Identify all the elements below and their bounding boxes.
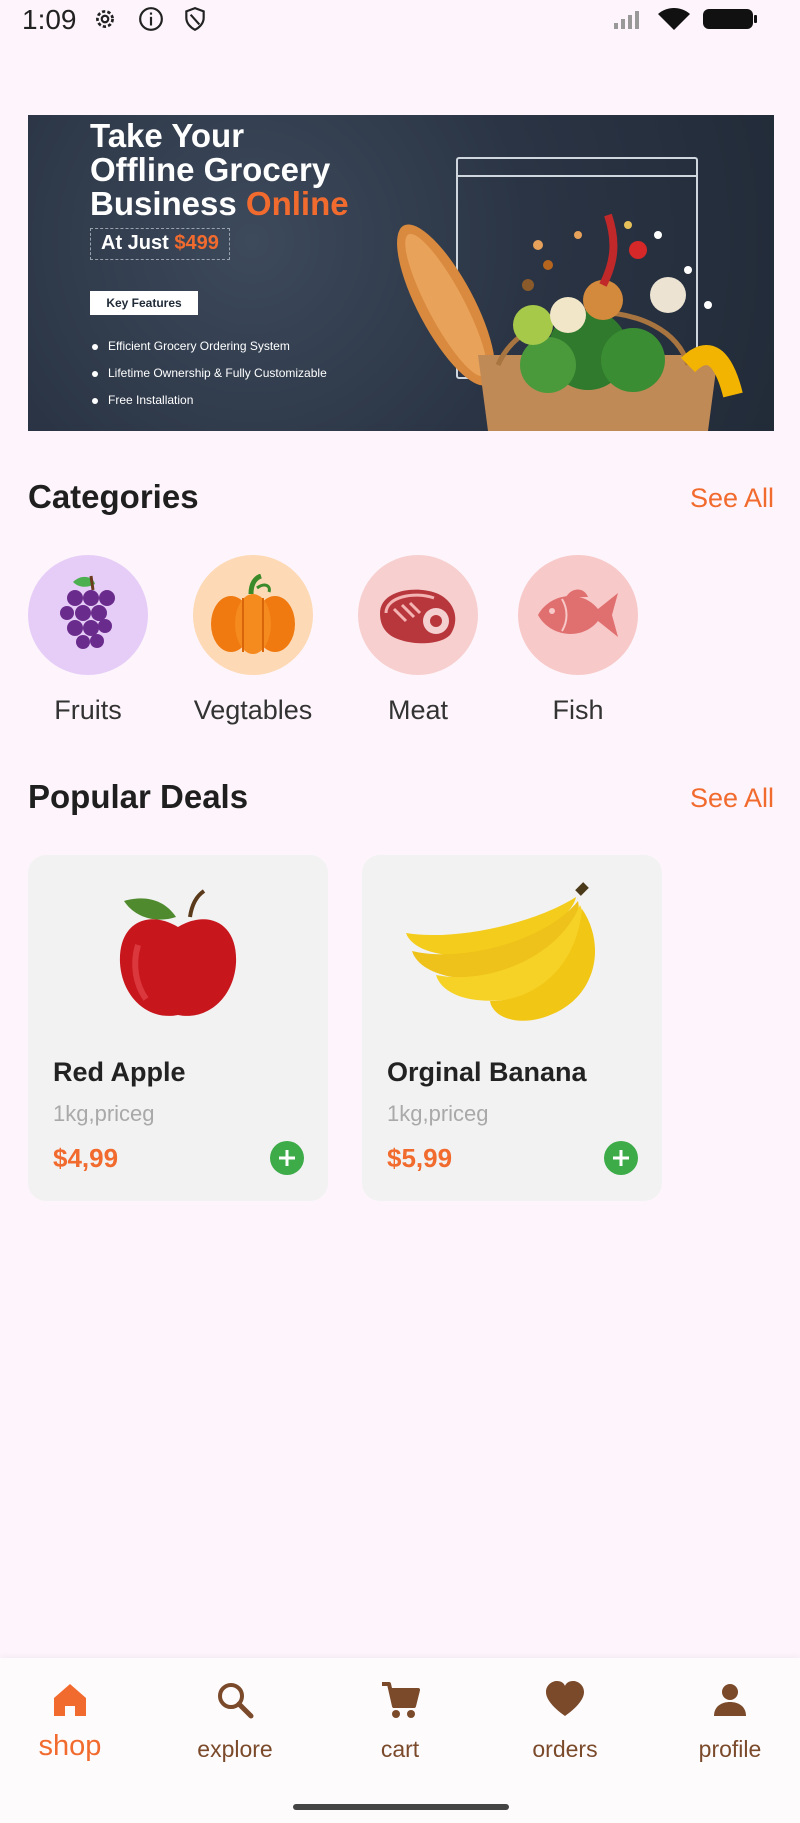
heart-icon <box>546 1681 584 1716</box>
fish-icon <box>538 589 618 637</box>
feature-list: Efficient Grocery Ordering System Lifeti… <box>90 333 327 414</box>
feature-item: Efficient Grocery Ordering System <box>90 333 327 360</box>
grocery-bag-illustration <box>397 213 743 431</box>
wifi-icon <box>658 8 690 30</box>
status-time: 1:09 <box>22 4 77 35</box>
gear-icon <box>96 10 114 28</box>
category-label: Fruits <box>54 695 122 725</box>
deal-price: $4,99 <box>53 1143 119 1173</box>
add-to-cart-button[interactable] <box>270 1141 304 1175</box>
category-label: Vegtables <box>193 695 313 725</box>
banana-image <box>406 882 596 1021</box>
add-to-cart-button[interactable] <box>604 1141 638 1175</box>
nav-label: profile <box>698 1736 762 1762</box>
home-icon <box>54 1684 86 1716</box>
key-features-label: Key Features <box>90 291 198 315</box>
nav-label: cart <box>380 1736 420 1762</box>
steak-icon <box>380 589 456 644</box>
grapes-icon <box>60 575 115 649</box>
nav-orders[interactable]: orders <box>495 1678 635 1763</box>
banner-price-tag: At Just $499 <box>90 228 230 260</box>
search-icon <box>218 1683 254 1719</box>
nav-cart[interactable]: cart <box>330 1678 470 1763</box>
bottom-navigation: shop explore cart orders profile <box>0 1658 800 1823</box>
category-vegetables[interactable]: Vegtables <box>188 555 318 726</box>
deal-card-banana[interactable]: Orginal Banana 1kg,priceg $5,99 <box>362 855 662 1201</box>
deal-unit: 1kg,priceg <box>387 1101 489 1126</box>
nav-label: orders <box>532 1736 598 1762</box>
nav-profile[interactable]: profile <box>660 1678 800 1763</box>
categories-title: Categories <box>28 478 199 515</box>
signal-icon <box>614 11 639 29</box>
deal-price: $5,99 <box>387 1143 453 1173</box>
battery-icon <box>703 9 757 29</box>
categories-see-all-link[interactable]: See All <box>690 483 774 514</box>
popular-deals-see-all-link[interactable]: See All <box>690 783 774 814</box>
nav-label: explore <box>197 1736 273 1762</box>
category-fish[interactable]: Fish <box>513 555 643 726</box>
deal-name: Red Apple <box>53 1057 186 1087</box>
person-icon <box>714 1684 746 1716</box>
category-label: Fish <box>552 695 604 725</box>
plus-icon <box>613 1150 629 1166</box>
cart-icon <box>382 1682 420 1718</box>
category-icon-bg <box>518 555 638 675</box>
pumpkin-icon <box>211 574 295 654</box>
feature-item: Lifetime Ownership & Fully Customizable <box>90 360 327 387</box>
deal-card-red-apple[interactable]: Red Apple 1kg,priceg $4,99 <box>28 855 328 1201</box>
category-label: Meat <box>387 695 449 725</box>
home-indicator[interactable] <box>293 1804 509 1810</box>
nav-label: shop <box>38 1730 102 1762</box>
info-icon <box>139 7 163 31</box>
deal-unit: 1kg,priceg <box>53 1101 155 1126</box>
apple-image <box>119 889 237 1016</box>
shield-icon <box>185 7 205 32</box>
plus-icon <box>279 1150 295 1166</box>
status-bar: 1:09 <box>0 0 800 40</box>
nav-shop[interactable]: shop <box>0 1678 140 1763</box>
category-meat[interactable]: Meat <box>353 555 483 726</box>
nav-explore[interactable]: explore <box>165 1678 305 1763</box>
feature-item: Free Installation <box>90 387 327 414</box>
category-fruits[interactable]: Fruits <box>23 555 153 726</box>
category-icon-bg <box>358 555 478 675</box>
promo-banner[interactable]: Take Your Offline Grocery Business Onlin… <box>28 115 774 431</box>
category-icon-bg <box>28 555 148 675</box>
popular-deals-title: Popular Deals <box>28 778 249 815</box>
category-icon-bg <box>193 555 313 675</box>
deal-name: Orginal Banana <box>387 1057 587 1087</box>
banner-title: Take Your Offline Grocery Business Onlin… <box>90 117 349 222</box>
